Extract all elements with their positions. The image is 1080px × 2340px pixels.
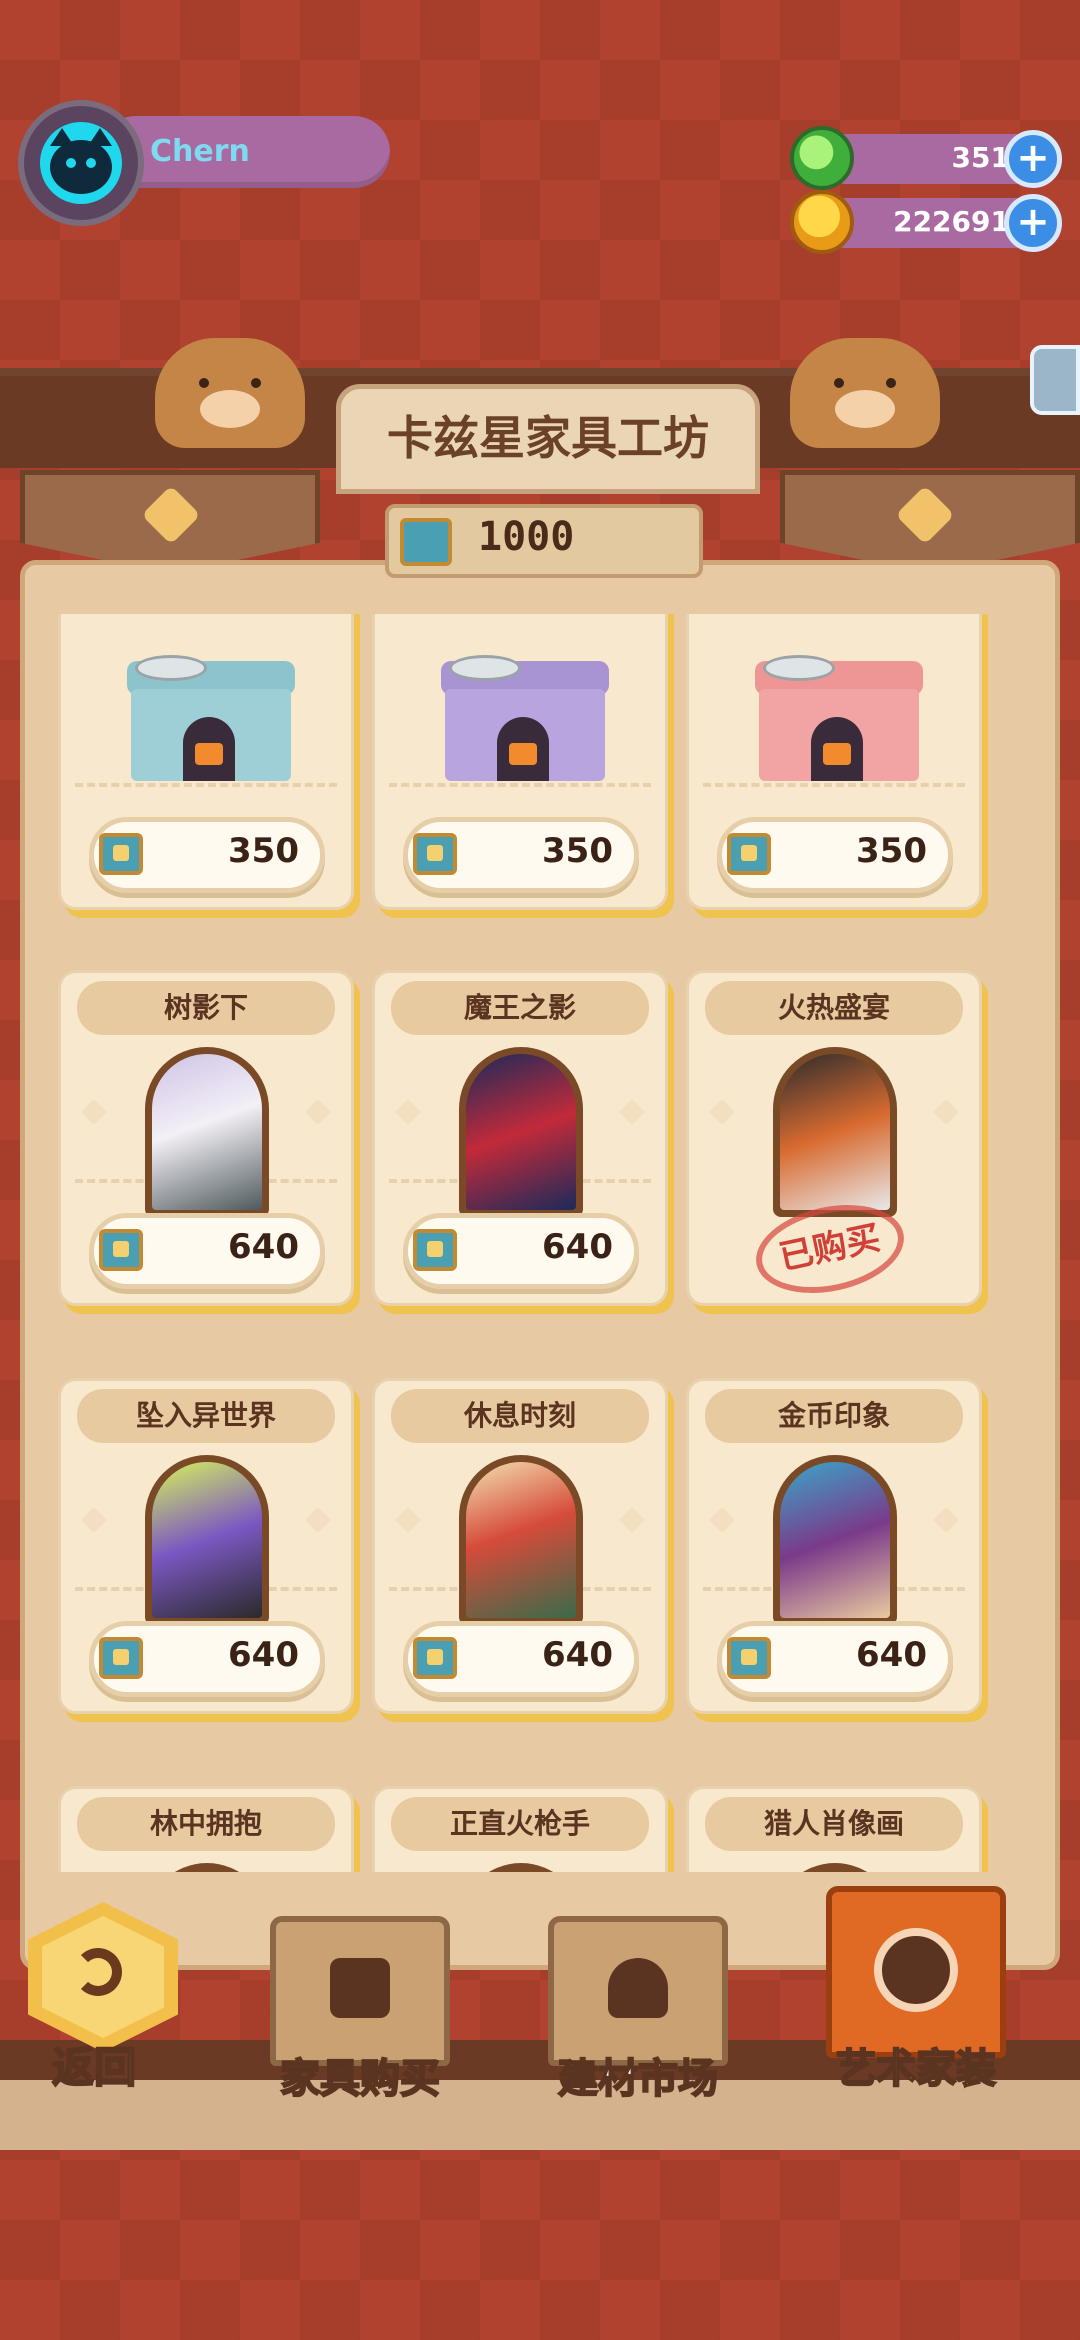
item-grid[interactable]: 350 350 350 树影下 640 魔王之影 640 火热盛宴 已购买 坠入… bbox=[40, 614, 1040, 1872]
back-button[interactable] bbox=[28, 1902, 178, 2052]
item-price: 350 bbox=[228, 831, 299, 871]
item-name: 林中拥抱 bbox=[77, 1797, 335, 1851]
shop-title: 卡兹星家具工坊 bbox=[387, 411, 709, 465]
voucher-icon bbox=[99, 1637, 143, 1679]
art-card[interactable]: 猎人肖像画 bbox=[686, 1786, 982, 1872]
player-name: Chern bbox=[150, 134, 250, 169]
voucher-icon bbox=[99, 833, 143, 875]
tab-building-market[interactable] bbox=[548, 1916, 728, 2066]
house-card[interactable]: 350 bbox=[58, 614, 354, 910]
tab-label: 建材市场 bbox=[557, 2055, 719, 2103]
art-card[interactable]: 坠入异世界 640 bbox=[58, 1378, 354, 1714]
house-card[interactable]: 350 bbox=[686, 614, 982, 910]
item-name: 正直火枪手 bbox=[391, 1797, 649, 1851]
art-card[interactable]: 正直火枪手 bbox=[372, 1786, 668, 1872]
pink-fish-house-icon bbox=[755, 655, 923, 787]
portrait-frame bbox=[773, 1863, 897, 1872]
house-card[interactable]: 350 bbox=[372, 614, 668, 910]
art-card[interactable]: 金币印象 640 bbox=[686, 1378, 982, 1714]
tab-label: 艺术家装 bbox=[835, 2045, 997, 2093]
portrait-frame bbox=[773, 1047, 897, 1217]
voucher-icon bbox=[413, 1229, 457, 1271]
item-price: 640 bbox=[228, 1635, 299, 1675]
bear-mascot-left-icon bbox=[155, 338, 305, 448]
item-price: 640 bbox=[542, 1635, 613, 1675]
portrait-frame bbox=[145, 1863, 269, 1872]
portrait-art-icon bbox=[152, 1054, 262, 1210]
portrait-art-icon bbox=[780, 1054, 890, 1210]
art-badge-icon bbox=[874, 1928, 958, 2012]
tab-furniture-purchase[interactable] bbox=[270, 1916, 450, 2066]
portrait-art-icon bbox=[466, 1054, 576, 1210]
portrait-frame bbox=[145, 1455, 269, 1625]
gift-icon bbox=[330, 1958, 390, 2018]
portrait-frame bbox=[145, 1047, 269, 1217]
coin-amount: 222691 bbox=[893, 205, 1010, 238]
item-name: 休息时刻 bbox=[391, 1389, 649, 1443]
art-card[interactable]: 火热盛宴 已购买 bbox=[686, 970, 982, 1306]
art-card[interactable]: 休息时刻 640 bbox=[372, 1378, 668, 1714]
item-name: 坠入异世界 bbox=[77, 1389, 335, 1443]
tab-art-decoration[interactable] bbox=[826, 1886, 1006, 2058]
voucher-icon bbox=[413, 1637, 457, 1679]
item-price: 640 bbox=[856, 1635, 927, 1675]
voucher-balance-value: 1000 bbox=[478, 514, 575, 560]
portrait-art-icon bbox=[152, 1462, 262, 1618]
item-name: 猎人肖像画 bbox=[705, 1797, 963, 1851]
item-price: 640 bbox=[228, 1227, 299, 1267]
portrait-frame bbox=[773, 1455, 897, 1625]
voucher-icon bbox=[727, 833, 771, 875]
voucher-icon bbox=[400, 518, 452, 566]
gem-amount: 351 bbox=[951, 141, 1010, 174]
portrait-frame bbox=[459, 1047, 583, 1217]
back-label: 返回 bbox=[51, 2042, 137, 2093]
item-price: 640 bbox=[542, 1227, 613, 1267]
back-arrow-icon bbox=[74, 1948, 122, 1996]
gem-currency: 351 + bbox=[790, 126, 1070, 190]
item-name: 火热盛宴 bbox=[705, 981, 963, 1035]
item-name: 魔王之影 bbox=[391, 981, 649, 1035]
purple-fish-house-icon bbox=[441, 655, 609, 787]
item-name: 金币印象 bbox=[705, 1389, 963, 1443]
item-name: 树影下 bbox=[77, 981, 335, 1035]
coin-currency: 222691 + bbox=[790, 190, 1070, 254]
art-card[interactable]: 树影下 640 bbox=[58, 970, 354, 1306]
art-card[interactable]: 林中拥抱 bbox=[58, 1786, 354, 1872]
gold-coin-icon bbox=[790, 190, 854, 254]
green-gem-icon bbox=[790, 126, 854, 190]
add-gem-button[interactable]: + bbox=[1004, 130, 1062, 188]
item-price: 350 bbox=[542, 831, 613, 871]
side-tool-icon[interactable] bbox=[1030, 345, 1080, 415]
cat-avatar-icon bbox=[40, 122, 122, 204]
portrait-art-icon bbox=[466, 1462, 576, 1618]
portrait-frame bbox=[459, 1863, 583, 1872]
bear-mascot-right-icon bbox=[790, 338, 940, 448]
portrait-frame bbox=[459, 1455, 583, 1625]
avatar[interactable] bbox=[18, 100, 144, 226]
art-card[interactable]: 魔王之影 640 bbox=[372, 970, 668, 1306]
voucher-icon bbox=[99, 1229, 143, 1271]
tab-label: 家具购买 bbox=[279, 2055, 441, 2103]
portrait-art-icon bbox=[780, 1462, 890, 1618]
add-coin-button[interactable]: + bbox=[1004, 194, 1062, 252]
voucher-icon bbox=[413, 833, 457, 875]
paint-brush-icon bbox=[608, 1958, 668, 2018]
blue-fish-house-icon bbox=[127, 655, 295, 787]
item-price: 350 bbox=[856, 831, 927, 871]
voucher-icon bbox=[727, 1637, 771, 1679]
